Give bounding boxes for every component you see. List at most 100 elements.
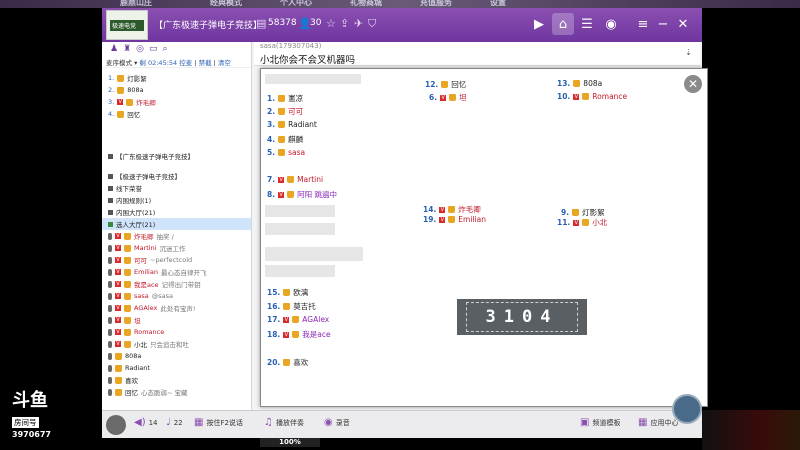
user-row[interactable]: V坦 [102,314,251,326]
seat-14[interactable]: 14. V 炸毛卿 [423,204,481,215]
record-label: 录音 [335,418,350,427]
seat-17[interactable]: 17. V AGAlex [267,315,329,324]
room-id: 58378 [268,18,297,28]
close-window-icon[interactable]: ✕ [672,13,694,35]
crown-icon [283,303,291,310]
expand-icon[interactable] [108,197,113,203]
channel-tree-item[interactable]: 线下荣誉 [102,182,251,194]
expand-icon[interactable] [108,173,113,179]
ptt-button[interactable]: ▦ 按住F2说话 [194,417,243,428]
mic-icon [108,352,112,360]
group-icon[interactable]: ♜ [123,44,131,54]
user-row[interactable]: V Martini 沉迷工作 [102,242,251,254]
crown-icon [115,352,122,360]
vip-icon: V [278,191,285,198]
expand-icon[interactable] [108,185,113,191]
seat-5[interactable]: 5. sasa [267,148,305,157]
music-button[interactable]: ♫ 播放伴奏 [264,417,304,428]
user-row[interactable]: V 小北 只会追击和吐 [102,338,251,350]
ptt-label: 按住F2说话 [206,418,243,427]
seat-6[interactable]: 6. V 坦 [429,92,467,103]
user-row[interactable]: 喜欢 [102,374,251,386]
search-icon[interactable]: ⌕ [163,44,168,54]
home-icon[interactable]: ⌂ [552,13,574,35]
share-icon[interactable]: ⇪ [340,17,349,30]
expand-icon[interactable] [108,221,113,227]
shield-icon[interactable]: ⛉ [368,17,376,31]
seat-2[interactable]: 2. 可可 [267,106,303,117]
crown-icon [124,244,131,252]
chat-icon[interactable]: ☰ [576,13,598,35]
hall-item[interactable]: 选人大厅(21) [102,218,251,230]
favorite-icon[interactable]: ☆ [326,17,336,30]
user-row[interactable]: 回忆 心态脆弱~ 宝藏 [102,386,251,398]
channel-tree-item[interactable]: 内围规则(1) [102,194,251,206]
seat-8[interactable]: 8. V 阿阳 跳遍中 [267,189,337,200]
user-row[interactable]: V 炸毛卿 抽奖 / [102,230,251,242]
plane-icon[interactable]: ✈ [354,17,363,30]
mic-queue-item[interactable]: 2. 808a [102,84,251,96]
video-icon[interactable]: ▶ [528,13,550,35]
clear-button[interactable]: 清空 [218,59,231,67]
crown-icon [441,81,449,88]
expand-icon[interactable] [108,209,113,215]
app-center-button[interactable]: ▦ 应用中心 [638,417,678,428]
crown-icon [292,316,300,323]
mode-select[interactable]: 麦序模式 [106,59,132,67]
user-name: 我是ace [134,281,159,289]
gamepad-icon[interactable]: ◉ [600,13,622,35]
channel-tree-item[interactable]: 内围大厅(21) [102,206,251,218]
user-icon[interactable]: ♟ [110,44,118,54]
user-row[interactable]: Vsasa @sasa [102,290,251,302]
seat-18[interactable]: 18. V 我是ace [267,329,331,340]
seat-3[interactable]: 3. Radiant [267,120,317,129]
mic-queue-item[interactable]: 1. 灯影絮 [102,72,251,84]
control-mic-button[interactable]: 控麦 [179,59,192,67]
channel-tree-item[interactable]: 【广东极速子弹电子竞技】 [102,150,251,162]
seat-number: 14. [423,205,437,214]
expand-icon[interactable] [108,153,113,159]
placeholder-bar [265,223,335,235]
douyu-watermark: 斗鱼 房间号 3970677 [12,392,51,439]
top-strip-item: 充值服务 [420,0,452,7]
record-button[interactable]: ◉ 录音 [324,417,350,428]
user-row[interactable]: V AGAlex 此处有宝声! [102,302,251,314]
avatar[interactable] [106,415,126,435]
user-row[interactable]: V Romance [102,326,251,338]
mic-icon [108,328,112,336]
volume-in-control[interactable]: ◀) 14 [134,417,158,428]
user-row[interactable]: V 我是ace 记得出门带钥 [102,278,251,290]
seat-12[interactable]: 12. 回忆 [425,79,466,90]
disable-button[interactable]: 禁截 [199,59,212,67]
scroll-down-icon[interactable]: ⇣ [685,48,692,57]
crown-icon [124,280,131,288]
seat-11[interactable]: 11. V 小北 [557,217,607,228]
location-icon[interactable]: ◎ [136,44,144,54]
chat-header: sasa(179307043) 小北你会不会叉机器吗 ⇣ [254,42,700,66]
seat-1[interactable]: 1. 憲凉 [267,93,303,104]
volume-out-control[interactable]: ♩ 22 [166,417,183,428]
channel-tree-item[interactable]: 【极速子弹电子竞技】 [102,170,251,182]
user-row[interactable]: V Emilian 最心态自律开飞 [102,266,251,278]
close-icon[interactable]: ✕ [684,75,702,93]
seat-4[interactable]: 4. 麒麟 [267,134,303,145]
seat-16[interactable]: 16. 莫吉托 [267,301,316,312]
seat-7[interactable]: 7. V Martini [267,175,323,184]
user-note: 此处有宝声! [160,305,196,313]
minimize-icon[interactable]: − [652,13,674,35]
user-row[interactable]: V 可可 ~perfectcold [102,254,251,266]
seat-13[interactable]: 13. 808a [557,79,602,88]
menu-icon[interactable]: ≡ [632,13,654,35]
user-row[interactable]: Radiant [102,362,251,374]
seat-15[interactable]: 15. 欧漓 [267,287,308,298]
message-icon[interactable]: ▭ [149,44,158,54]
seat-20[interactable]: 20. 喜欢 [267,357,308,368]
mic-queue-item[interactable]: 3. V 炸毛卿 [102,96,251,108]
mic-queue-item[interactable]: 4. 回忆 [102,108,251,120]
seat-19[interactable]: 19. V Emilian [423,215,486,224]
user-row[interactable]: 808a [102,350,251,362]
crown-icon [287,176,295,183]
streamer-avatar [672,394,702,424]
channel-template-button[interactable]: ▣ 频道模板 [580,417,620,428]
seat-10[interactable]: 10. V Romance [557,92,627,101]
